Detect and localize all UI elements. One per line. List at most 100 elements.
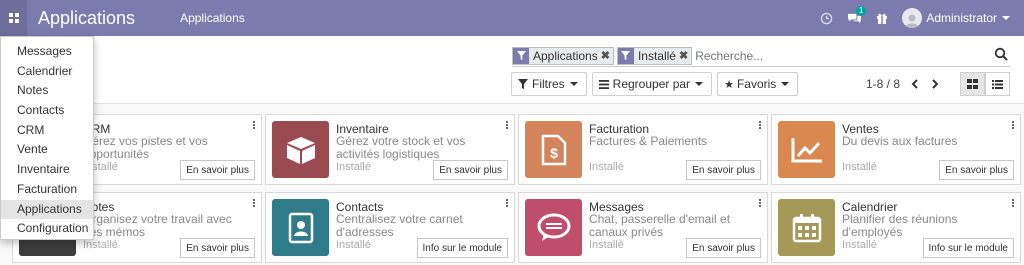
avatar: [902, 8, 923, 28]
user-menu[interactable]: Administrator: [902, 8, 1010, 28]
menu-item-messages[interactable]: Messages: [1, 42, 93, 62]
learn-more-button[interactable]: En savoir plus: [686, 160, 761, 180]
kebab-menu-icon[interactable]: [1012, 121, 1015, 130]
gift-icon: [877, 13, 888, 24]
messaging-badge: 1: [855, 6, 867, 16]
menu-item-vente[interactable]: Vente: [1, 140, 93, 160]
card-status: Installé: [83, 239, 118, 251]
favorites-button[interactable]: ★ Favoris: [717, 72, 799, 96]
card-status: Installé: [842, 161, 877, 173]
card-status: Installé: [336, 239, 371, 251]
pager-value[interactable]: 1-8 / 8: [866, 77, 900, 91]
search-input[interactable]: [695, 48, 986, 63]
kebab-menu-icon[interactable]: [506, 199, 509, 208]
chat-bubble-icon: [525, 199, 582, 256]
module-info-button[interactable]: Info sur le module: [922, 238, 1014, 258]
menu-item-inventaire[interactable]: Inventaire: [1, 160, 93, 180]
kebab-menu-icon[interactable]: [759, 199, 762, 208]
card-description: Gérez votre stock et vos activités logis…: [336, 134, 466, 161]
learn-more-button[interactable]: En savoir plus: [180, 160, 255, 180]
nav-menu-applications[interactable]: Applications: [180, 11, 245, 25]
app-card-facturation[interactable]: $ Facturation Factures & Paiements Insta…: [518, 114, 768, 185]
chart-icon: [778, 121, 835, 178]
learn-more-button[interactable]: En savoir plus: [939, 160, 1014, 180]
card-description: Du devis aux factures: [842, 134, 958, 148]
card-description: Planifier des réunions d'employés: [842, 212, 958, 239]
star-icon: ★: [724, 78, 734, 91]
clock-icon: [820, 12, 833, 24]
kebab-menu-icon[interactable]: [1012, 199, 1015, 208]
caret-down-icon: [781, 82, 790, 86]
box-icon: [272, 121, 329, 178]
app-card-messages[interactable]: Messages Chat, passerelle d'email et can…: [518, 192, 768, 263]
filter-icon: [617, 47, 634, 64]
grid-icon: [8, 13, 19, 23]
facet-label: Applications: [533, 48, 598, 63]
favorites-label: Favoris: [736, 77, 777, 91]
learn-more-button[interactable]: En savoir plus: [433, 160, 508, 180]
apps-dropdown-menu: Messages Calendrier Notes Contacts CRM V…: [0, 36, 94, 240]
calendar-icon: [778, 199, 835, 256]
app-card-calendrier[interactable]: Calendrier Planifier des réunions d'empl…: [771, 192, 1021, 263]
app-card-ventes[interactable]: Ventes Du devis aux factures Installé En…: [771, 114, 1021, 185]
gift-button[interactable]: [868, 0, 896, 36]
menu-item-contacts[interactable]: Contacts: [1, 101, 93, 121]
contacts-icon: [272, 199, 329, 256]
card-status: Installé: [589, 239, 624, 251]
card-status: Installé: [589, 161, 624, 173]
chevron-left-icon: [911, 79, 918, 89]
apps-menu-button[interactable]: [0, 0, 27, 36]
list-view-button[interactable]: [985, 72, 1010, 96]
invoice-icon: $: [525, 121, 582, 178]
card-status: Installé: [336, 161, 371, 173]
caret-down-icon: [1002, 16, 1010, 20]
kebab-menu-icon[interactable]: [759, 121, 762, 130]
facet-applications[interactable]: Applications ✖: [512, 46, 614, 65]
filters-label: Filtres: [532, 77, 565, 91]
close-icon[interactable]: ✖: [679, 49, 691, 62]
kebab-menu-icon[interactable]: [253, 121, 256, 130]
menu-item-calendrier[interactable]: Calendrier: [1, 62, 93, 82]
learn-more-button[interactable]: En savoir plus: [180, 238, 255, 258]
app-card-inventaire[interactable]: Inventaire Gérez votre stock et vos acti…: [265, 114, 515, 185]
caret-down-icon: [695, 82, 704, 86]
menu-item-crm[interactable]: CRM: [1, 121, 93, 141]
menu-item-configuration[interactable]: Configuration: [1, 219, 93, 239]
pager-previous[interactable]: [905, 75, 923, 93]
card-status: Installé: [842, 239, 877, 251]
control-panel: Applications ✖ Installé ✖ Filtres: [0, 36, 1024, 104]
chevron-right-icon: [931, 79, 938, 89]
card-description: Centralisez votre carnet d'adresses: [336, 212, 463, 239]
list-icon: [598, 79, 609, 89]
module-info-button[interactable]: Info sur le module: [416, 238, 508, 258]
learn-more-button[interactable]: En savoir plus: [686, 238, 761, 258]
kebab-menu-icon[interactable]: [253, 199, 256, 208]
card-description: Chat, passerelle d'email et canaux privé…: [589, 212, 731, 239]
kebab-menu-icon[interactable]: [506, 121, 509, 130]
caret-down-icon: [569, 82, 578, 86]
messaging-button[interactable]: 1: [840, 0, 868, 36]
menu-item-facturation[interactable]: Facturation: [1, 180, 93, 200]
group-by-button[interactable]: Regrouper par: [591, 72, 713, 96]
svg-text:$: $: [550, 145, 558, 161]
menu-item-notes[interactable]: Notes: [1, 81, 93, 101]
group-by-label: Regrouper par: [612, 77, 691, 91]
user-avatar-icon: [905, 14, 920, 28]
pager-next[interactable]: [926, 75, 944, 93]
list-view-icon: [992, 79, 1003, 89]
app-card-contacts[interactable]: Contacts Centralisez votre carnet d'adre…: [265, 192, 515, 263]
search-icon: [994, 47, 1008, 61]
kanban-view-button[interactable]: [960, 72, 985, 96]
menu-item-applications[interactable]: Applications: [1, 199, 93, 220]
filters-button[interactable]: Filtres: [511, 72, 587, 96]
activity-button[interactable]: [812, 0, 840, 36]
close-icon[interactable]: ✖: [601, 49, 613, 62]
top-navbar: Applications Applications 1 Administrato…: [0, 0, 1024, 36]
kanban-icon: [967, 79, 978, 89]
search-bar: Applications ✖ Installé ✖: [512, 45, 1010, 67]
search-button[interactable]: [994, 47, 1010, 63]
card-description: Organisez votre travail avec des mémos: [83, 212, 232, 239]
facet-installed[interactable]: Installé ✖: [616, 46, 693, 65]
card-description: Gérez vos pistes et vos opportunités: [83, 134, 208, 161]
user-name: Administrator: [926, 11, 997, 25]
